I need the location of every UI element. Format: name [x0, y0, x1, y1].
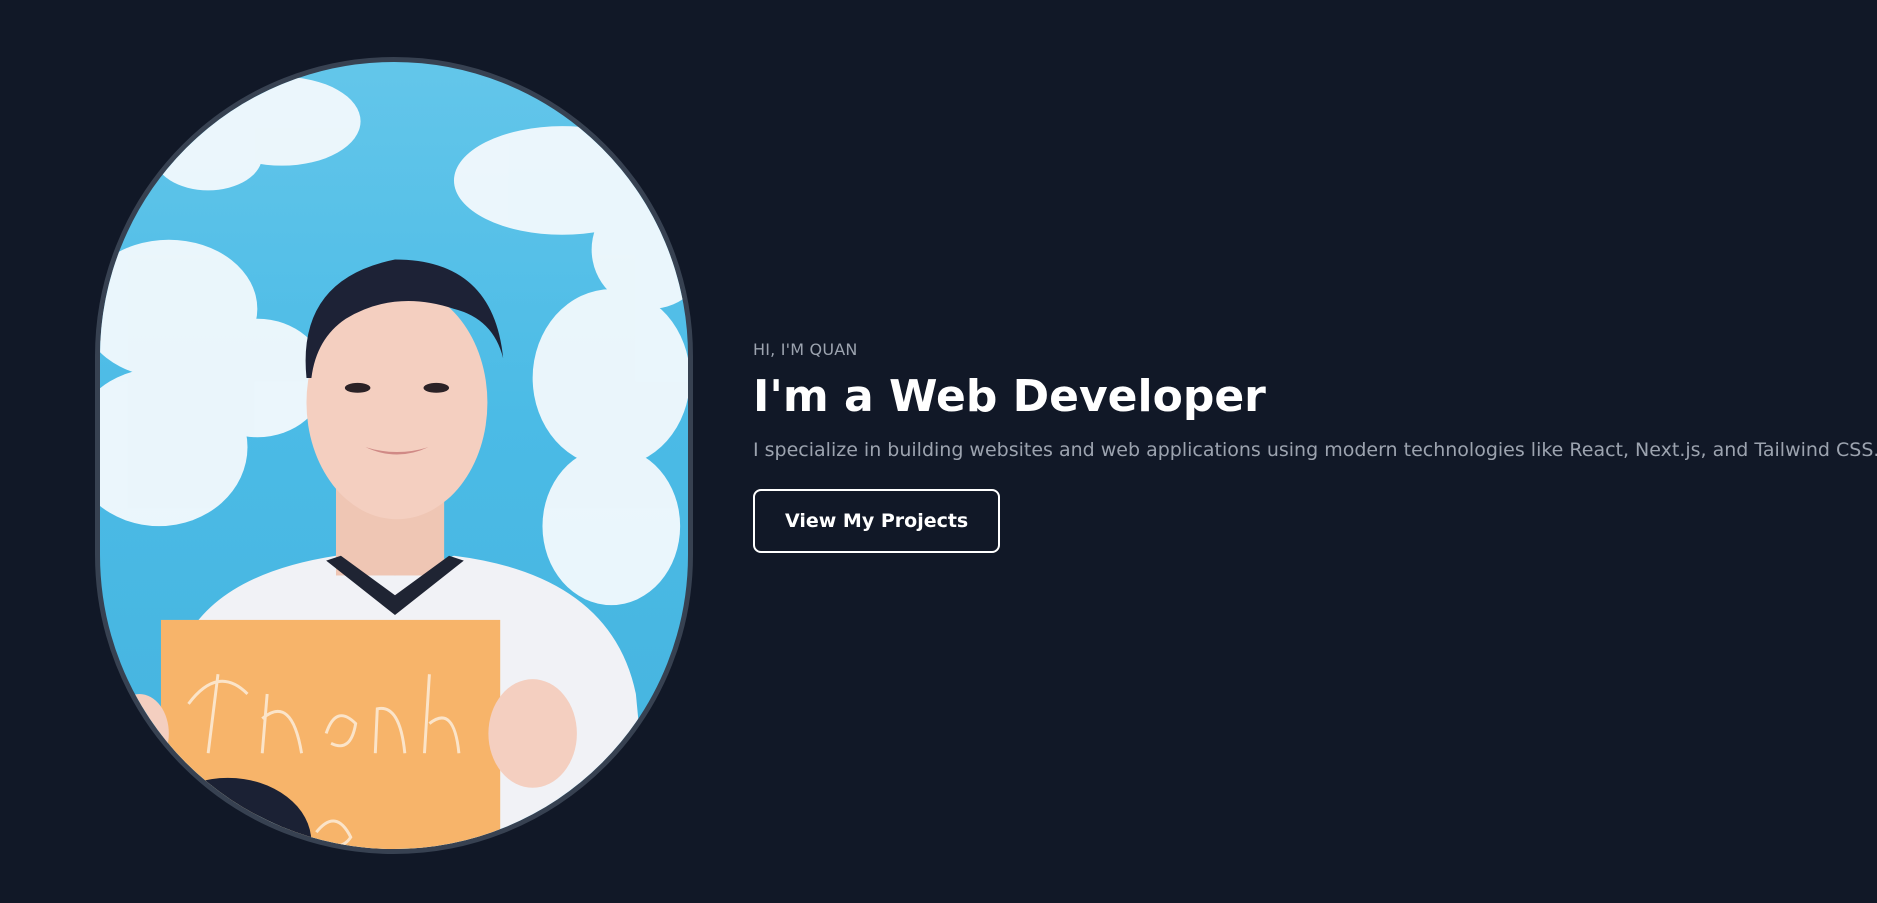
page-title: I'm a Web Developer [753, 371, 1266, 422]
hero-content: HI, I'M QUAN I'm a Web Developer I speci… [753, 340, 1877, 554]
portrait-illustration [100, 76, 688, 849]
profile-portrait [95, 57, 693, 854]
hero-description: I specialize in building websites and we… [753, 439, 1877, 462]
greeting-text: HI, I'M QUAN [753, 340, 858, 359]
view-projects-button[interactable]: View My Projects [753, 489, 1001, 554]
hero-section: HI, I'M QUAN I'm a Web Developer I speci… [0, 0, 1877, 903]
